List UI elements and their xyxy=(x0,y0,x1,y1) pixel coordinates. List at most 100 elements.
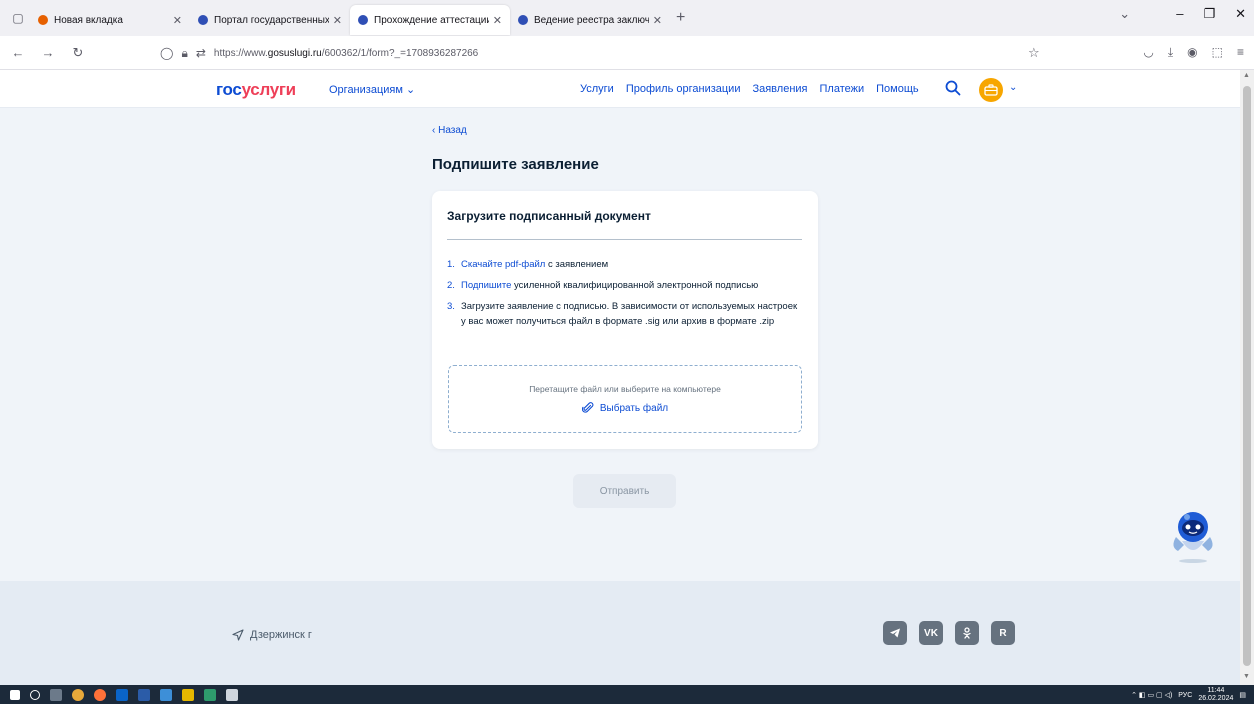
telegram-icon[interactable] xyxy=(883,621,907,645)
nav-link[interactable]: Услуги xyxy=(580,83,614,95)
outlook-icon[interactable] xyxy=(116,688,128,701)
forward-arrow-icon[interactable]: → xyxy=(36,45,60,60)
nav-link[interactable]: Платежи xyxy=(820,83,865,95)
card-title: Загрузите подписанный документ xyxy=(447,209,651,223)
permissions-icon[interactable]: ⇄ xyxy=(196,46,206,61)
gosuslugi-logo[interactable]: госуслуги xyxy=(216,80,296,100)
windows-taskbar: ⌃ ◧ ▭ ▢ ◁) РУС 11:44 26.02.2024 ▤ xyxy=(0,685,1254,704)
search-taskbar-icon[interactable] xyxy=(30,689,40,700)
briefcase-icon xyxy=(984,84,998,96)
profile-chevron-icon[interactable]: ⌄ xyxy=(1009,82,1017,93)
browser-tab[interactable]: Портал государственных услуг ✕ xyxy=(190,5,350,35)
social-links: VK R xyxy=(883,621,1015,645)
site-header: госуслуги Организациям ⌄ Услуги Профиль о… xyxy=(0,70,1240,108)
browser-tab[interactable]: Ведение реестра заключений ✕ xyxy=(510,5,670,35)
extensions-icon[interactable]: ⬚ xyxy=(1212,45,1223,60)
top-nav: Услуги Профиль организации Заявления Платеж… xyxy=(580,83,919,95)
ok-icon[interactable] xyxy=(955,621,979,645)
app3-icon[interactable] xyxy=(226,688,238,701)
url-path: /600362/1/form?_=1708936287266 xyxy=(321,47,479,59)
location-arrow-icon xyxy=(232,629,244,641)
url-bar[interactable]: ◯ 🔒︎ ⇄ https://www. gosuslugi.ru/600362/1… xyxy=(160,41,1010,65)
instruction-steps: 1. Скачайте pdf-файл с заявлением 2. Подпиш… xyxy=(447,257,802,335)
notifications-icon[interactable]: ▤ xyxy=(1239,691,1246,699)
lock-icon[interactable]: 🔒︎ xyxy=(181,46,187,61)
new-tab-icon[interactable]: + xyxy=(676,9,685,27)
step-number: 3. xyxy=(447,301,455,312)
robot-assistant-icon[interactable] xyxy=(1168,507,1218,565)
step-text: усиленной квалифицированной электронной … xyxy=(511,280,759,291)
pocket-icon[interactable]: ◡ xyxy=(1143,45,1153,60)
language-indicator[interactable]: РУС xyxy=(1178,692,1192,699)
app2-icon[interactable] xyxy=(204,688,216,701)
tab-title: Прохождение аттестации | По xyxy=(374,14,489,26)
step-number: 1. xyxy=(447,259,455,270)
start-icon[interactable] xyxy=(10,689,20,700)
tab-list-icon[interactable]: ▢ xyxy=(6,6,30,30)
shield-icon[interactable]: ◯ xyxy=(160,46,173,61)
page-title: Подпишите заявление xyxy=(432,156,599,173)
tray-icons[interactable]: ⌃ ◧ ▭ ▢ ◁) xyxy=(1131,691,1172,699)
location-selector[interactable]: Дзержинск г xyxy=(232,629,312,641)
firefox-icon[interactable] xyxy=(94,688,106,701)
bookmark-star-icon[interactable]: ☆ xyxy=(1028,45,1040,61)
tab-close-icon[interactable]: ✕ xyxy=(493,14,502,27)
restore-icon[interactable]: ❐ xyxy=(1203,6,1215,22)
url-prefix: https://www. xyxy=(213,47,268,59)
step-link[interactable]: Подпишите xyxy=(461,280,511,291)
favicon-icon xyxy=(518,15,528,25)
scroll-thumb[interactable] xyxy=(1243,86,1251,666)
tab-title: Новая вкладка xyxy=(54,14,123,26)
instruction-step: 3. Загрузите заявление с подписью. В зави… xyxy=(447,299,802,329)
tab-close-icon[interactable]: ✕ xyxy=(653,14,662,27)
browser-navbar: ← → ↻ ◯ 🔒︎ ⇄ https://www. gosuslugi.ru/60… xyxy=(0,36,1254,70)
page-scrollbar[interactable]: ▲ ▼ xyxy=(1240,70,1254,685)
word-icon[interactable] xyxy=(138,688,150,701)
browser-tab[interactable]: Прохождение аттестации | По ✕ xyxy=(350,5,510,35)
close-window-icon[interactable]: ✕ xyxy=(1235,6,1246,22)
file-explorer-icon[interactable] xyxy=(182,688,194,701)
tab-close-icon[interactable]: ✕ xyxy=(173,14,182,27)
file-dropzone[interactable]: Перетащите файл или выберите на компьюте… xyxy=(448,365,802,433)
nav-link[interactable]: Профиль организации xyxy=(626,83,741,95)
chrome-icon[interactable] xyxy=(72,688,84,701)
scroll-up-icon[interactable]: ▲ xyxy=(1243,72,1250,79)
toolbar-right: ◡ ⤓ ◉ ⬚ ≡ xyxy=(1143,45,1244,60)
rutube-icon[interactable]: R xyxy=(991,621,1015,645)
instruction-step: 1. Скачайте pdf-файл с заявлением xyxy=(447,257,802,272)
scroll-down-icon[interactable]: ▼ xyxy=(1243,673,1250,680)
clock[interactable]: 11:44 26.02.2024 xyxy=(1198,687,1233,703)
chevron-down-icon: ⌄ xyxy=(405,84,416,96)
step-text: с заявлением xyxy=(545,259,609,270)
favicon-icon xyxy=(198,15,208,25)
step-number: 2. xyxy=(447,280,455,291)
choose-file-button[interactable]: Выбрать файл xyxy=(581,402,668,414)
paperclip-icon xyxy=(581,402,594,413)
search-icon[interactable] xyxy=(944,79,962,97)
back-link[interactable]: ‹ Назад xyxy=(432,125,467,136)
step-link[interactable]: Скачайте pdf-файл xyxy=(461,259,545,270)
browser-tabstrip: ▢ Новая вкладка✕Портал государственных у… xyxy=(0,0,1254,36)
task-view-icon[interactable] xyxy=(50,688,62,701)
menu-icon[interactable]: ≡ xyxy=(1237,45,1244,60)
reload-icon[interactable]: ↻ xyxy=(66,45,90,61)
instruction-step: 2. Подпишите усиленной квалифицированной … xyxy=(447,278,802,293)
back-arrow-icon[interactable]: ← xyxy=(6,45,30,60)
submit-button[interactable]: Отправить xyxy=(573,474,676,508)
download-icon[interactable]: ⤓ xyxy=(1168,45,1173,60)
nav-link[interactable]: Помощь xyxy=(876,83,919,95)
tab-title: Ведение реестра заключений xyxy=(534,14,649,26)
account-icon[interactable]: ◉ xyxy=(1187,45,1197,60)
tab-title: Портал государственных услуг xyxy=(214,14,329,26)
organizations-menu[interactable]: Организациям ⌄ xyxy=(329,83,415,96)
org-avatar[interactable] xyxy=(979,78,1003,102)
tab-close-icon[interactable]: ✕ xyxy=(333,14,342,27)
vk-icon[interactable]: VK xyxy=(919,621,943,645)
app-icon[interactable] xyxy=(160,688,172,701)
site-footer: Дзержинск г VK R xyxy=(0,581,1240,685)
minimize-icon[interactable]: – xyxy=(1176,6,1183,22)
window-controls: ⌄ – ❐ ✕ xyxy=(1119,6,1246,22)
browser-tab[interactable]: Новая вкладка ✕ xyxy=(30,5,190,35)
tab-overflow-icon[interactable]: ⌄ xyxy=(1119,6,1130,22)
nav-link[interactable]: Заявления xyxy=(752,83,807,95)
